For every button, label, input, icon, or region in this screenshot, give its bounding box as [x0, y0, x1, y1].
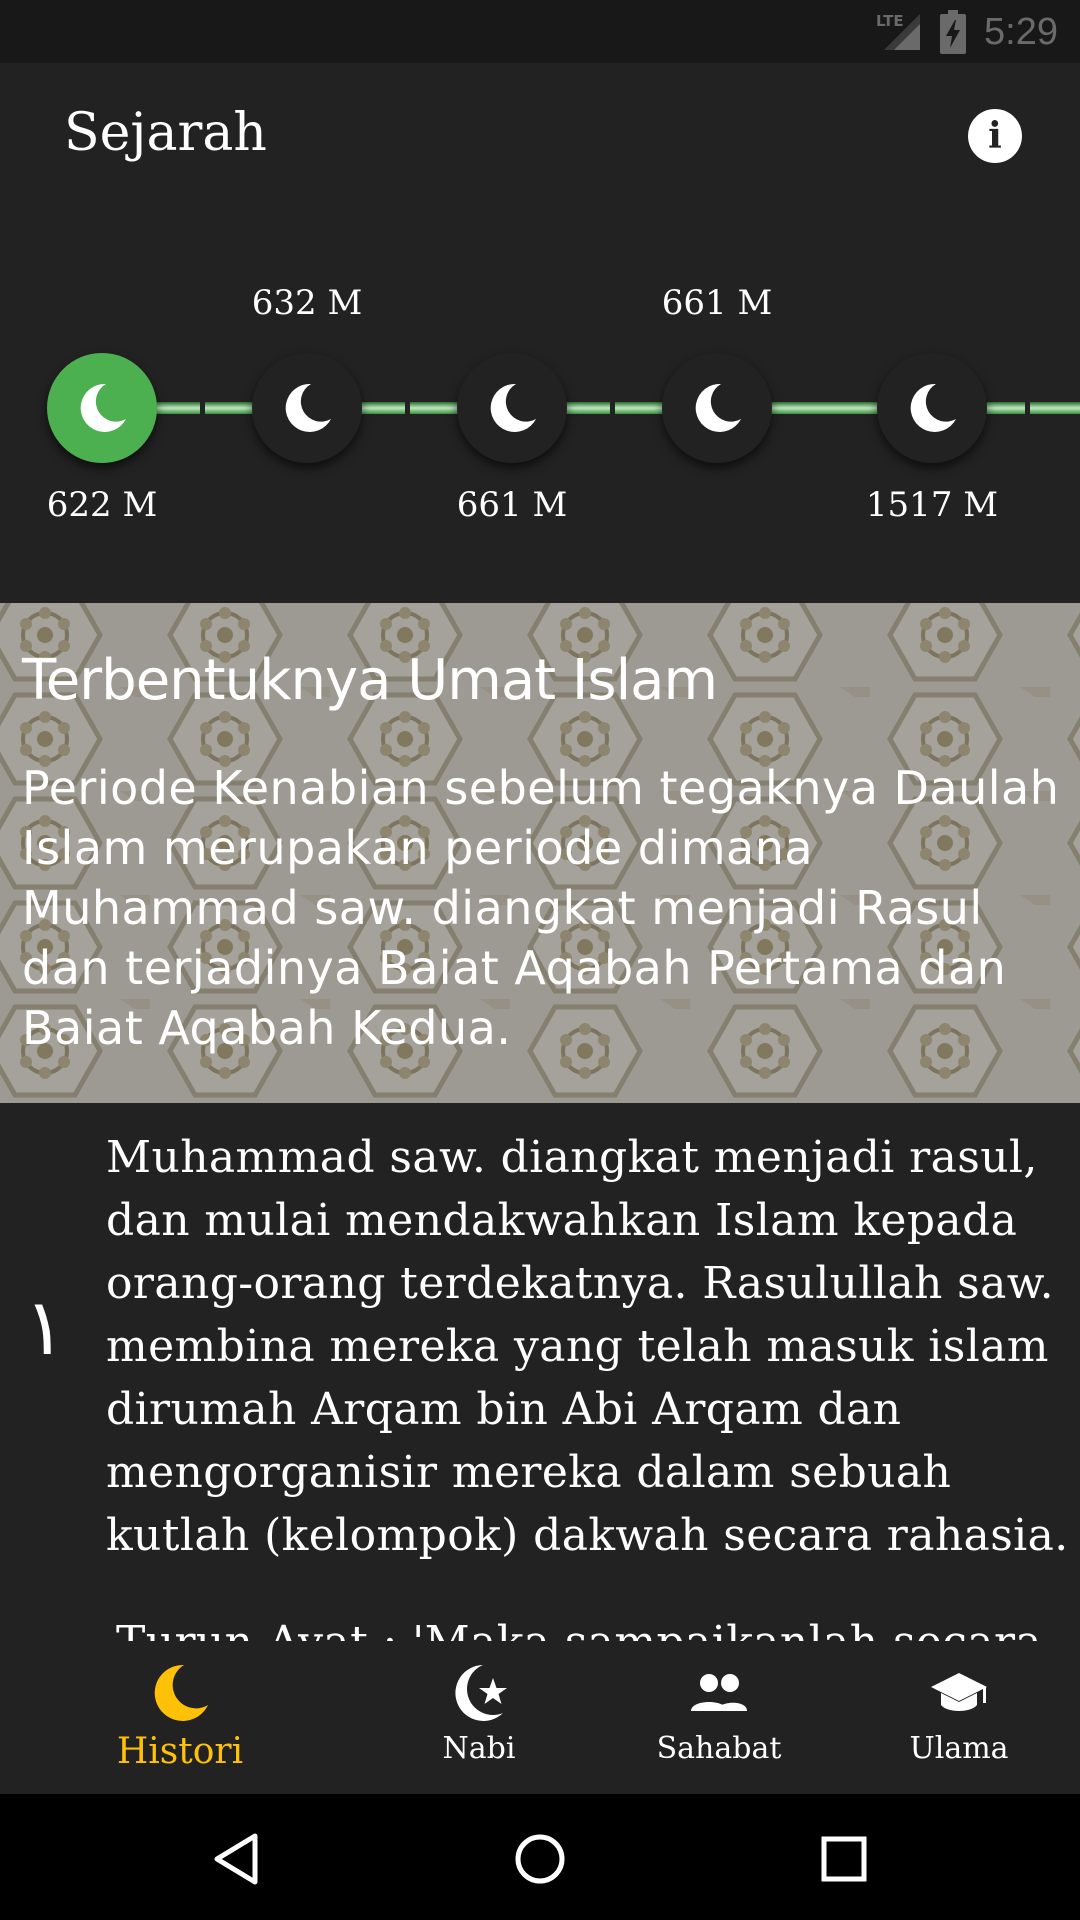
battery-charging-icon [940, 10, 967, 54]
history-content[interactable]: ١ Muhammad saw. diangkat menjadi rasul, … [0, 1103, 1080, 1641]
info-button[interactable]: i [968, 109, 1022, 163]
recents-button[interactable] [814, 1829, 874, 1889]
period-title: Terbentuknya Umat Islam [22, 648, 718, 713]
graduation-cap-icon [931, 1673, 987, 1711]
timeline-year: 632 M [251, 283, 363, 323]
timeline-node-4[interactable] [662, 353, 772, 463]
moon-icon [910, 383, 956, 432]
timeline-connector [155, 402, 255, 414]
timeline-year: 1517 M [865, 485, 999, 525]
nav-label: Ulama [909, 1731, 1009, 1766]
crescent-star-icon [455, 1665, 507, 1721]
home-icon [515, 1834, 565, 1884]
nav-label: Sahabat [656, 1731, 782, 1766]
timeline[interactable]: 622 M 632 M 661 M 661 M 1517 M [0, 213, 1080, 603]
timeline-connector [770, 402, 880, 414]
recents-icon [821, 1836, 867, 1882]
timeline-year: 622 M [46, 485, 158, 525]
back-button[interactable] [206, 1829, 266, 1889]
nav-item-sahabat[interactable]: Sahabat [619, 1641, 819, 1794]
timeline-connector [985, 402, 1080, 414]
status-icons: LTE 5:29 [872, 8, 1058, 56]
period-description: Periode Kenabian sebelum tegaknya Daulah… [22, 761, 1060, 1055]
moon-icon [285, 383, 331, 432]
nav-item-histori[interactable]: Histori [80, 1641, 280, 1794]
nav-item-ulama[interactable]: Ulama [859, 1641, 1059, 1794]
timeline-year: 661 M [456, 485, 568, 525]
nav-item-nabi[interactable]: Nabi [379, 1641, 579, 1794]
network-type: LTE [876, 12, 904, 30]
people-icon [691, 1674, 747, 1711]
history-paragraph: Muhammad saw. diangkat menjadi rasul, da… [106, 1132, 1069, 1561]
lte-signal-icon: LTE [872, 10, 922, 54]
history-next-line: Turun Ayat : 'Maka sampaikanlah secara [116, 1611, 1076, 1641]
status-bar: LTE 5:29 [0, 0, 1080, 63]
status-time: 5:29 [984, 10, 1058, 53]
timeline-connector [360, 402, 460, 414]
app-bar: Sejarah i [0, 63, 1080, 213]
moon-icon [154, 1664, 208, 1721]
timeline-year: 661 M [661, 283, 773, 323]
back-icon [214, 1833, 258, 1885]
nav-label: Nabi [442, 1731, 516, 1766]
bottom-navigation: Histori Nabi Sahabat Ulama [0, 1641, 1080, 1794]
timeline-node-3[interactable] [457, 353, 567, 463]
nav-label: Histori [116, 1731, 244, 1772]
moon-icon [80, 383, 126, 432]
page-title: Sejarah [64, 103, 267, 163]
timeline-node-5[interactable] [877, 353, 987, 463]
home-button[interactable] [510, 1829, 570, 1889]
moon-icon [695, 383, 741, 432]
system-navigation-bar [0, 1794, 1080, 1920]
timeline-node-1[interactable] [47, 353, 157, 463]
moon-icon [490, 383, 536, 432]
period-banner: Terbentuknya Umat Islam Periode Kenabian… [0, 603, 1080, 1103]
info-icon: i [988, 115, 1002, 157]
timeline-connector [565, 402, 665, 414]
item-numeral: ١ [24, 1283, 66, 1373]
timeline-node-2[interactable] [252, 353, 362, 463]
